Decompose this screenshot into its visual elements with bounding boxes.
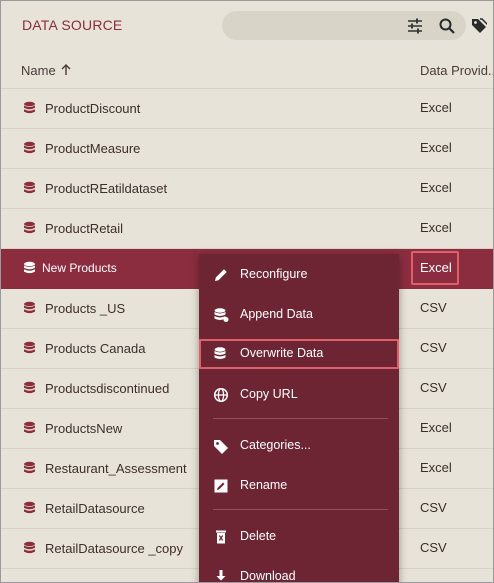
row-provider: Excel bbox=[420, 460, 452, 475]
database-icon bbox=[24, 461, 35, 474]
row-name: ProductsNew bbox=[45, 421, 123, 436]
row-provider: CSV bbox=[420, 500, 447, 515]
row-name: RetailDatasource _copy bbox=[45, 541, 184, 556]
database-icon bbox=[24, 261, 35, 274]
table-row[interactable]: ProductDiscount Excel bbox=[1, 89, 493, 129]
data-source-panel: DATA SOURCE Name Data Provid... ProductD… bbox=[0, 0, 494, 583]
pencil-icon bbox=[215, 269, 227, 281]
search-icon[interactable] bbox=[438, 17, 456, 35]
menu-item-label: Append Data bbox=[240, 307, 313, 321]
row-provider: Excel bbox=[420, 100, 452, 115]
page-title: DATA SOURCE bbox=[22, 17, 123, 33]
database-icon bbox=[24, 541, 35, 554]
database-icon bbox=[24, 301, 35, 314]
menu-item-label: Overwrite Data bbox=[240, 346, 324, 360]
menu-item-delete[interactable]: Delete bbox=[199, 522, 399, 552]
menu-item-download[interactable]: Download bbox=[199, 562, 399, 583]
globe-icon bbox=[213, 387, 229, 403]
panel-header: DATA SOURCE bbox=[1, 1, 493, 51]
menu-item-copy-url[interactable]: Copy URL bbox=[199, 380, 399, 410]
tag-icon bbox=[214, 440, 228, 454]
database-icon bbox=[24, 341, 35, 354]
database-icon bbox=[24, 501, 35, 514]
row-name: ProductDiscount bbox=[45, 101, 141, 116]
row-name: Restaurant_Assessment bbox=[45, 461, 187, 476]
database-plus-icon bbox=[214, 308, 229, 322]
database-icon bbox=[24, 421, 35, 434]
table-row[interactable]: ProductRetail Excel bbox=[1, 209, 493, 249]
menu-item-reconfigure[interactable]: Reconfigure bbox=[199, 260, 399, 290]
row-provider: Excel bbox=[420, 260, 452, 275]
tag-icon[interactable] bbox=[471, 17, 487, 33]
table-row[interactable]: ProductREatildataset Excel bbox=[1, 169, 493, 209]
row-provider: CSV bbox=[420, 380, 447, 395]
table-row[interactable]: ProductMeasure Excel bbox=[1, 129, 493, 169]
row-name: Products _US bbox=[45, 301, 126, 316]
row-provider: Excel bbox=[420, 220, 452, 235]
menu-item-append-data[interactable]: Append Data bbox=[199, 300, 399, 330]
sliders-icon[interactable] bbox=[406, 17, 424, 35]
table-header: Name Data Provid... bbox=[1, 51, 493, 89]
menu-item-label: Download bbox=[240, 569, 296, 583]
menu-item-categories[interactable]: Categories... bbox=[199, 431, 399, 461]
menu-divider bbox=[213, 509, 388, 510]
row-provider: CSV bbox=[420, 540, 447, 555]
row-name: Products Canada bbox=[45, 341, 146, 356]
context-menu: Reconfigure Append Data Overwrite Data C… bbox=[199, 254, 399, 583]
column-header-provider[interactable]: Data Provid... bbox=[420, 63, 493, 78]
database-icon bbox=[24, 181, 35, 194]
database-icon bbox=[24, 101, 35, 114]
row-name: ProductMeasure bbox=[45, 141, 141, 156]
row-name: RetailDatasource bbox=[45, 501, 145, 516]
menu-item-label: Reconfigure bbox=[240, 267, 308, 281]
search-bar[interactable] bbox=[222, 11, 466, 40]
database-refresh-icon bbox=[214, 347, 226, 359]
menu-item-label: Delete bbox=[240, 529, 277, 543]
database-icon bbox=[24, 381, 35, 394]
row-provider: CSV bbox=[420, 300, 447, 315]
menu-item-label: Categories... bbox=[240, 438, 311, 452]
menu-item-label: Copy URL bbox=[240, 387, 298, 401]
database-icon bbox=[24, 221, 35, 234]
sort-ascending-icon[interactable] bbox=[59, 63, 73, 77]
menu-item-label: Rename bbox=[240, 478, 288, 492]
column-header-name[interactable]: Name bbox=[21, 63, 56, 78]
row-provider: Excel bbox=[420, 140, 452, 155]
menu-item-overwrite-data[interactable]: Overwrite Data bbox=[199, 339, 399, 369]
download-icon bbox=[216, 570, 226, 581]
menu-divider bbox=[213, 418, 388, 419]
row-name: Productsdiscontinued bbox=[45, 381, 170, 396]
row-provider: CSV bbox=[420, 340, 447, 355]
menu-item-rename[interactable]: Rename bbox=[199, 471, 399, 501]
row-name: New Products bbox=[42, 261, 117, 275]
row-name: ProductRetail bbox=[45, 221, 124, 236]
database-icon bbox=[24, 141, 35, 154]
row-name: ProductREatildataset bbox=[45, 181, 168, 196]
row-provider: Excel bbox=[420, 420, 452, 435]
row-provider: Excel bbox=[420, 180, 452, 195]
trash-icon bbox=[216, 530, 226, 544]
rename-icon bbox=[214, 479, 228, 493]
